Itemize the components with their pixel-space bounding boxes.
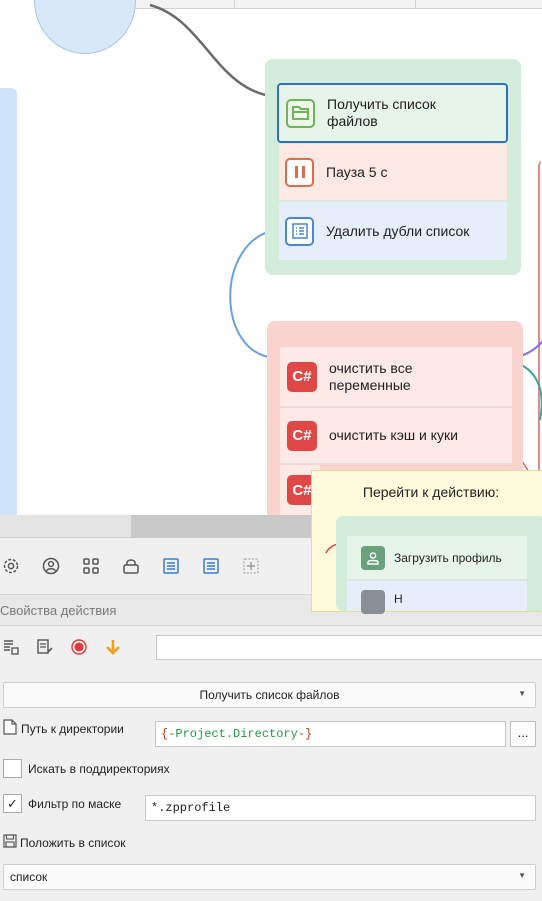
popup-item-2[interactable]: Н — [347, 581, 527, 614]
subdirs-checkbox[interactable] — [3, 759, 22, 778]
directory-field[interactable]: {-Project.Directory-} — [155, 721, 506, 747]
chevron-down-icon: ▼ — [518, 689, 526, 698]
panel-tabs-toolbar — [0, 546, 310, 586]
popup-item-label: Н — [394, 592, 403, 606]
user-icon — [361, 545, 385, 570]
action-get-files[interactable]: Получить список файлов — [277, 83, 508, 143]
csharp-icon: C# — [287, 420, 317, 451]
action-comment-input[interactable] — [156, 635, 542, 660]
grid-icon[interactable] — [80, 555, 102, 577]
chevron-down-icon: ▼ — [518, 871, 526, 880]
action-type-value: Получить список файлов — [199, 688, 340, 702]
action-pause[interactable]: Пауза 5 с — [279, 144, 507, 201]
file-icon — [3, 719, 17, 738]
mask-field[interactable]: *.zpprofile — [145, 795, 536, 821]
list-select-value: список — [10, 870, 48, 884]
action-label: Удалить дубли список — [326, 222, 470, 239]
popup-title: Перейти к действию: — [362, 484, 500, 500]
lock-icon[interactable] — [120, 555, 142, 577]
scrollbar-thumb[interactable] — [131, 515, 311, 538]
add-icon[interactable] — [240, 555, 262, 577]
mask-checkbox[interactable]: ✓ — [3, 794, 22, 813]
action-label: очистить все переменные — [329, 359, 413, 393]
panel-action-toolbar — [0, 632, 542, 662]
subdirs-row: Искать в поддиректориях — [3, 759, 170, 778]
settings-icon[interactable] — [0, 555, 22, 577]
list-icon — [285, 216, 314, 246]
browse-button[interactable]: ... — [510, 721, 536, 747]
mask-label: Фильтр по маске — [28, 796, 122, 811]
action-type-select[interactable]: Получить список файлов ▼ — [3, 682, 536, 708]
list-icon[interactable] — [200, 555, 222, 577]
action-remove-duplicates[interactable]: Удалить дубли список — [279, 202, 507, 260]
popup-item-label: Загрузить профиль — [394, 550, 502, 565]
list-icon — [361, 590, 385, 614]
folder-icon — [286, 98, 315, 128]
subdirs-label: Искать в поддиректориях — [28, 761, 170, 776]
directory-label: Путь к директории — [21, 721, 124, 736]
directory-row: Путь к директории — [3, 719, 124, 738]
action-label: очистить кэш и куки — [329, 427, 458, 443]
put-to-list-label: Положить в список — [20, 835, 126, 850]
list-icon[interactable] — [160, 555, 182, 577]
save-icon — [3, 834, 17, 851]
record-icon[interactable] — [68, 636, 90, 658]
action-label: Пауза 5 с — [326, 163, 388, 180]
put-to-list-row: Положить в список — [3, 834, 126, 851]
project-canvas[interactable]: Получить список файлов Пауза 5 с Удалить… — [0, 0, 542, 515]
list-select[interactable]: список ▼ — [3, 864, 536, 890]
action-clear-variables[interactable]: C# очистить все переменные — [280, 347, 512, 407]
action-label: Получить список файлов — [327, 96, 436, 129]
mask-row: ✓ Фильтр по маске — [3, 794, 121, 813]
popup-item-load-profile[interactable]: Загрузить профиль — [347, 536, 527, 580]
pause-icon — [285, 157, 314, 187]
properties-icon[interactable] — [0, 636, 22, 658]
edit-list-icon[interactable] — [34, 636, 56, 658]
popup-group: Загрузить профиль Н — [336, 516, 542, 614]
action-clear-cache[interactable]: C# очистить кэш и куки — [280, 408, 512, 464]
profile-icon[interactable] — [40, 555, 62, 577]
arrow-down-icon[interactable] — [102, 636, 124, 658]
csharp-icon: C# — [287, 361, 317, 392]
goto-action-popup[interactable]: Перейти к действию: Загрузить профиль Н — [311, 470, 542, 614]
